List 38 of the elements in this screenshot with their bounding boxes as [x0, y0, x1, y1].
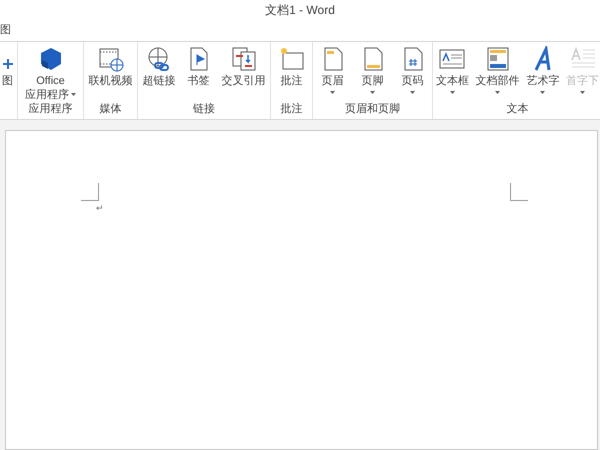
film-globe-icon [98, 46, 124, 72]
caret-icon [540, 91, 546, 94]
pages-arrow-icon [230, 46, 256, 72]
comment-star-icon [278, 46, 304, 72]
ribbon-button[interactable]: 页脚 [358, 46, 386, 98]
margin-corner-mark [510, 183, 528, 201]
caret-icon [450, 91, 455, 94]
group-label: 媒体 [100, 102, 122, 116]
ribbon-button[interactable]: Office 应用程序 [24, 46, 77, 102]
group-label: 文本 [506, 102, 528, 116]
margin-corner-mark [81, 183, 99, 201]
plus-icon [2, 58, 12, 69]
group-label: 页眉和页脚 [345, 102, 400, 116]
caret-icon [495, 91, 500, 94]
ribbon-button[interactable]: 图 [1, 46, 14, 88]
caret-icon [410, 91, 415, 94]
document-parts-icon [484, 46, 511, 72]
group-label: 链接 [193, 102, 215, 116]
caret-icon [330, 91, 335, 94]
paragraph-mark: ↵ [96, 203, 104, 213]
ribbon-button[interactable]: 页眉 [318, 46, 346, 98]
group-label: 批注 [280, 102, 302, 116]
ribbon-button[interactable]: 书签 [184, 46, 212, 88]
ribbon-button[interactable]: 交叉引用 [220, 46, 266, 88]
caret-icon [370, 91, 375, 94]
group-label: 应用程序 [28, 102, 72, 116]
ribbon-button[interactable]: 文档部件 [474, 46, 521, 98]
caret-icon [71, 93, 76, 96]
window-title: 文档1 - Word [265, 2, 335, 19]
globe-link-icon [146, 46, 172, 72]
ribbon-button[interactable]: 联机视频 [88, 46, 134, 88]
ribbon-button[interactable]: 艺术字 [525, 46, 560, 98]
ribbon-button[interactable]: 文本框 [434, 46, 470, 98]
caret-icon [580, 91, 586, 94]
ribbon-button[interactable]: 页码 [398, 46, 426, 98]
ribbon-button[interactable]: 超链接 [142, 46, 176, 88]
ribbon-tab[interactable]: 图 [0, 20, 11, 41]
ribbon-button[interactable]: 批注 [278, 46, 306, 88]
